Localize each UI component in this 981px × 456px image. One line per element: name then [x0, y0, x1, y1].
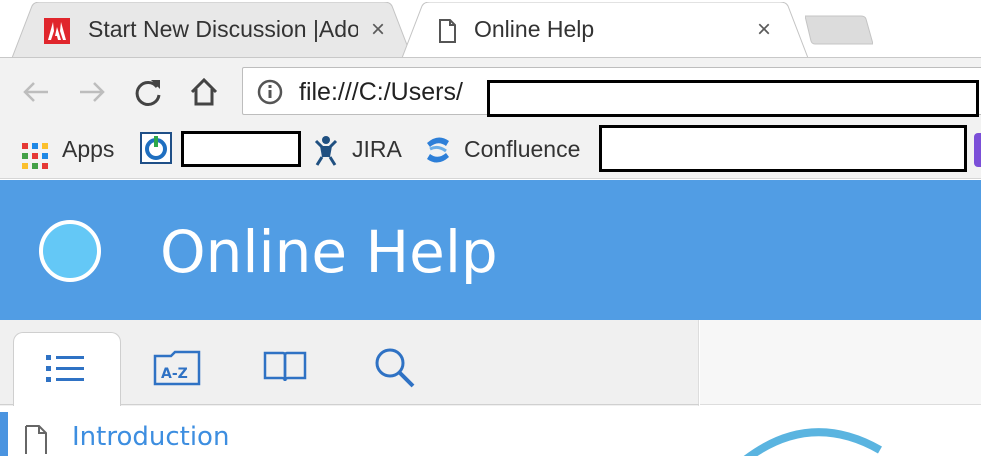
tab-title: Start New Discussion |Adobe [88, 16, 358, 42]
reload-icon[interactable] [132, 76, 164, 108]
logo-icon [39, 220, 101, 282]
new-tab-button[interactable] [805, 14, 873, 46]
tab-start-new-discussion[interactable]: Start New Discussion |Adobe × [12, 2, 412, 58]
main-content [700, 320, 981, 456]
open-book-icon [263, 351, 307, 382]
sidebar-tabs: A-Z [0, 320, 699, 406]
bookmark-overflow-icon[interactable] [974, 133, 981, 167]
tab-strip: Start New Discussion |Adobe × Online Hel… [0, 0, 981, 58]
redacted-url-box [487, 80, 979, 117]
power-app-icon[interactable] [140, 132, 172, 164]
toc-list: Introduction [0, 406, 699, 456]
confluence-icon [427, 137, 449, 163]
document-icon [439, 19, 456, 43]
contents-list-icon [46, 355, 84, 382]
apps-grid-icon [22, 143, 48, 169]
bookmark-confluence[interactable]: Confluence [424, 131, 594, 167]
tab-search[interactable] [343, 332, 451, 406]
help-sidebar: A-Z Introduction [0, 320, 699, 456]
jira-icon [314, 136, 338, 166]
content-toolbar [700, 320, 981, 405]
tab-contents[interactable] [13, 332, 121, 406]
redacted-bookmarks-box [599, 125, 967, 172]
toc-selection-marker [0, 412, 8, 456]
help-header: Online Help [0, 180, 981, 320]
bookmark-label: Confluence [464, 136, 581, 162]
svg-text:A-Z: A-Z [161, 366, 188, 382]
tab-online-help[interactable]: Online Help × [402, 2, 808, 58]
home-icon[interactable] [188, 76, 220, 108]
search-icon [375, 348, 415, 388]
close-tab-button[interactable]: × [752, 16, 776, 44]
document-icon [25, 425, 47, 454]
redacted-bookmark-box [181, 131, 301, 167]
bookmark-label: JIRA [352, 136, 402, 162]
browser-window: Start New Discussion |Adobe × Online Hel… [0, 0, 981, 456]
index-az-icon: A-Z [153, 350, 201, 386]
forward-arrow-icon[interactable] [76, 76, 108, 108]
tab-index[interactable]: A-Z [123, 332, 231, 406]
adobe-icon [44, 18, 70, 44]
page-title: Online Help [160, 218, 498, 286]
bookmark-apps[interactable]: Apps [22, 131, 122, 169]
url-text[interactable]: file:///C:/Users/ [299, 78, 463, 107]
content-logo-icon [743, 428, 882, 456]
toc-item-introduction[interactable]: Introduction [72, 422, 229, 452]
back-arrow-icon[interactable] [20, 76, 52, 108]
info-icon[interactable] [257, 79, 283, 105]
bookmark-jira[interactable]: JIRA [312, 131, 412, 167]
close-tab-button[interactable]: × [366, 16, 390, 44]
bookmark-label: Apps [62, 136, 115, 162]
tab-glossary[interactable] [233, 332, 341, 406]
bookmarks-bar: Apps JIRA Confluence [0, 121, 981, 179]
tab-title: Online Help [474, 16, 595, 42]
